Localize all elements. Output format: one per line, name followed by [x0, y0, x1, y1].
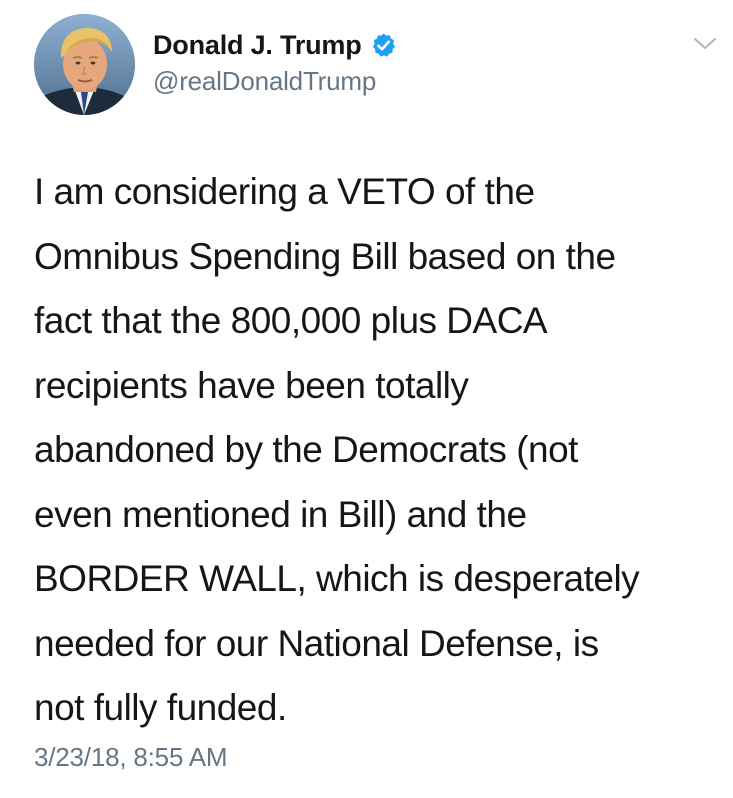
- tweet-text-line: I am considering a VETO of the: [34, 171, 535, 212]
- tweet-text-line: even mentioned in Bill) and the: [34, 493, 527, 535]
- tweet-timestamp[interactable]: 3/23/18, 8:55 AM: [34, 742, 228, 773]
- tweet-text-line: abandoned by the Democrats (not: [34, 429, 578, 470]
- display-name-row: Donald J. Trump: [153, 26, 397, 64]
- tweet-text-line: not fully funded.: [34, 687, 287, 728]
- tweet-text-line: needed for our National Defense, is: [34, 622, 599, 664]
- profile-photo: [34, 14, 135, 115]
- tweet-text-line: recipients have been totally: [34, 364, 469, 406]
- user-handle[interactable]: @realDonaldTrump: [153, 66, 397, 97]
- tweet-card: Donald J. Trump @realDonaldTrump I am co…: [0, 0, 733, 798]
- display-name[interactable]: Donald J. Trump: [153, 30, 362, 61]
- avatar[interactable]: [34, 14, 135, 115]
- tweet-text-line: fact that the 800,000 plus DACA: [34, 300, 548, 341]
- tweet-text: I am considering a VETO of the Omnibus S…: [34, 160, 714, 741]
- chevron-down-icon[interactable]: [692, 34, 718, 54]
- author-block[interactable]: Donald J. Trump @realDonaldTrump: [153, 26, 397, 97]
- verified-badge-icon: [370, 32, 397, 59]
- tweet-text-line: Omnibus Spending Bill based on the: [34, 235, 616, 277]
- tweet-text-line: BORDER WALL, which is desperately: [34, 558, 640, 599]
